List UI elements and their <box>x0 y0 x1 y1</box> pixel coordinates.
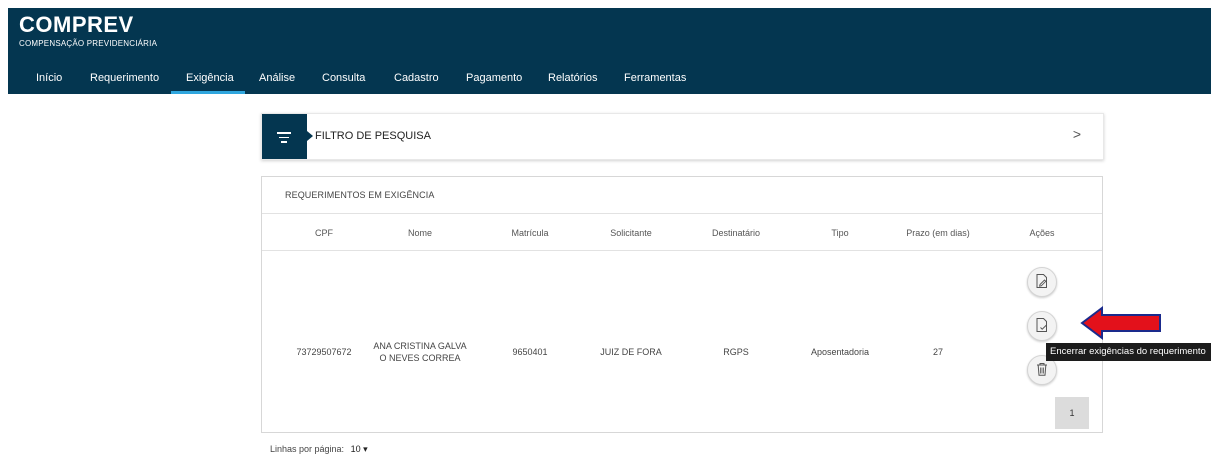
active-nav-underline <box>171 91 245 94</box>
column-header-destinatario: Destinatário <box>711 228 761 238</box>
divider <box>262 250 1102 251</box>
cell-destinatario: RGPS <box>723 347 749 357</box>
column-header-solicitante: Solicitante <box>610 228 652 238</box>
cell-nome: ANA CRISTINA GALVA O NEVES CORREA <box>373 340 466 364</box>
filter-icon <box>277 132 291 146</box>
column-header-prazo: Prazo (em dias) <box>906 228 970 238</box>
column-header-matricula: Matrícula <box>511 228 549 238</box>
column-header-acoes: Ações <box>1029 228 1055 238</box>
search-filter-panel[interactable]: FILTRO DE PESQUISA > <box>261 113 1104 160</box>
edit-requirement-button[interactable] <box>1027 267 1057 297</box>
app-header: COMPREV COMPENSAÇÃO PREVIDENCIÁRIA Iníci… <box>8 8 1211 94</box>
app-subtitle: COMPENSAÇÃO PREVIDENCIÁRIA <box>19 39 158 48</box>
rows-per-page-control: Linhas por página: 10 ▾ <box>270 444 368 455</box>
table-title: REQUERIMENTOS EM EXIGÊNCIA <box>285 190 435 200</box>
document-check-icon <box>1036 318 1047 332</box>
column-header-nome: Nome <box>407 228 433 238</box>
cell-matricula: 9650401 <box>512 347 548 357</box>
cell-tipo: Aposentadoria <box>810 347 870 357</box>
nav-item-requerimento[interactable]: Requerimento <box>90 72 159 84</box>
chevron-right-icon[interactable]: > <box>1073 126 1081 142</box>
edit-document-icon <box>1036 274 1047 288</box>
cell-nome-line1: ANA CRISTINA GALVA <box>373 341 467 351</box>
filter-label: FILTRO DE PESQUISA <box>315 130 431 142</box>
nav-item-cadastro[interactable]: Cadastro <box>394 72 439 84</box>
trash-icon <box>1037 363 1047 376</box>
cell-nome-line2: O NEVES CORREA <box>379 353 461 363</box>
cell-solicitante: JUIZ DE FORA <box>600 347 662 357</box>
brand: COMPREV COMPENSAÇÃO PREVIDENCIÁRIA <box>19 12 157 48</box>
requirements-table-card: REQUERIMENTOS EM EXIGÊNCIA CPF Nome Matr… <box>261 176 1103 433</box>
nav-item-ferramentas[interactable]: Ferramentas <box>624 72 686 84</box>
app-title[interactable]: COMPREV <box>19 12 157 38</box>
nav-item-exigencia[interactable]: Exigência <box>186 72 234 84</box>
filter-icon-box <box>262 114 313 159</box>
column-header-cpf: CPF <box>315 228 333 238</box>
nav-item-inicio[interactable]: Início <box>36 72 62 84</box>
nav-item-pagamento[interactable]: Pagamento <box>466 72 522 84</box>
red-arrow-annotation <box>1080 306 1161 340</box>
nav-item-relatorios[interactable]: Relatórios <box>548 72 598 84</box>
nav-item-analise[interactable]: Análise <box>259 72 295 84</box>
divider <box>262 213 1102 214</box>
cell-prazo: 27 <box>932 347 944 357</box>
column-header-tipo: Tipo <box>831 228 849 238</box>
cell-cpf: 73729507672 <box>296 347 352 357</box>
pagination-page-button[interactable]: 1 <box>1055 397 1089 429</box>
close-requirement-button[interactable] <box>1027 311 1057 341</box>
nav-item-consulta[interactable]: Consulta <box>322 72 365 84</box>
tooltip: Encerrar exigências do requerimento <box>1046 343 1211 361</box>
